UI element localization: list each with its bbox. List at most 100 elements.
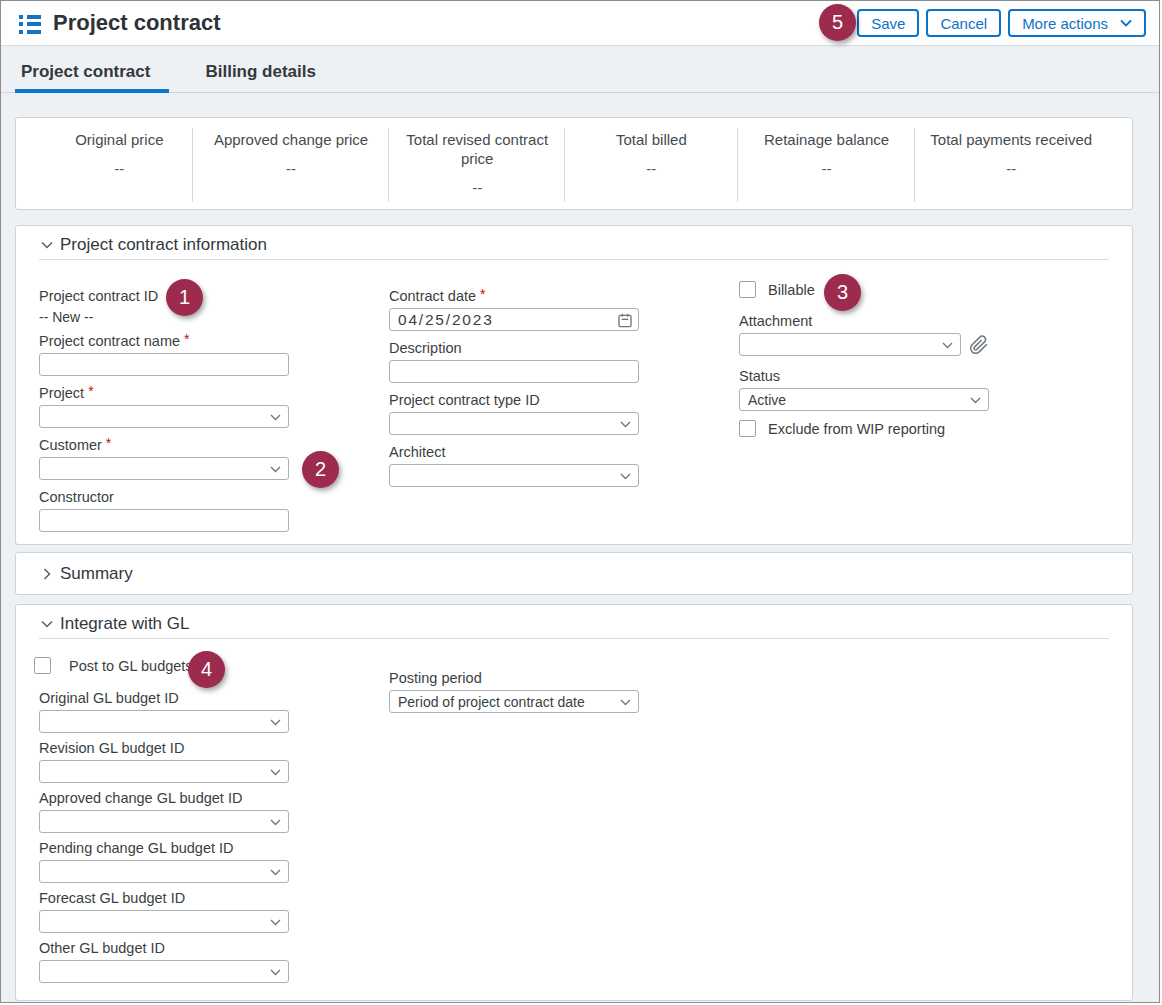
cancel-button[interactable]: Cancel bbox=[926, 9, 1001, 37]
constructor-label: Constructor bbox=[39, 489, 289, 506]
status-select[interactable]: Active bbox=[739, 388, 989, 411]
original-gl-budget-id-label: Original GL budget ID bbox=[39, 690, 289, 707]
total-approved-change-price: Approved change price -- bbox=[193, 118, 390, 209]
project-contract-page: 1 2 3 4 5 Project contract Save Cancel M… bbox=[0, 0, 1160, 1003]
chevron-down-icon bbox=[270, 466, 281, 473]
chevron-down-icon bbox=[270, 414, 281, 421]
exclude-wip-checkbox[interactable] bbox=[739, 420, 756, 437]
callout-badge-3: 3 bbox=[824, 274, 861, 311]
contract-date-input[interactable]: 04/25/2023 bbox=[389, 308, 639, 331]
total-value: -- bbox=[925, 160, 1097, 177]
chevron-right-icon bbox=[39, 568, 55, 580]
forecast-gl-budget-id-label: Forecast GL budget ID bbox=[39, 890, 289, 907]
total-label: Approved change price bbox=[203, 130, 380, 149]
field-project: Project* bbox=[39, 385, 289, 428]
paperclip-icon[interactable] bbox=[969, 335, 989, 355]
chevron-down-icon bbox=[942, 342, 953, 349]
billable-checkbox[interactable] bbox=[739, 281, 756, 298]
project-contract-type-id-label: Project contract type ID bbox=[389, 392, 639, 409]
chevron-down-icon bbox=[270, 819, 281, 826]
total-original-price: Original price -- bbox=[16, 118, 193, 209]
app-header: Project contract Save Cancel More action… bbox=[1, 1, 1159, 46]
field-revision-gl-budget-id: Revision GL budget ID bbox=[39, 740, 289, 783]
project-contract-type-id-select[interactable] bbox=[389, 412, 639, 435]
required-marker: * bbox=[480, 286, 485, 302]
tab-bar: Project contract Billing details bbox=[1, 46, 1159, 93]
required-marker: * bbox=[106, 435, 111, 451]
pending-change-gl-budget-id-label: Pending change GL budget ID bbox=[39, 840, 289, 857]
attachment-select[interactable] bbox=[739, 333, 961, 356]
description-input[interactable] bbox=[389, 360, 639, 383]
project-select[interactable] bbox=[39, 405, 289, 428]
approved-change-gl-budget-id-label: Approved change GL budget ID bbox=[39, 790, 289, 807]
forecast-gl-budget-id-select[interactable] bbox=[39, 910, 289, 933]
billable-label: Billable bbox=[768, 282, 815, 298]
total-label: Total revised contract price bbox=[399, 130, 555, 168]
contract-date-value: 04/25/2023 bbox=[398, 311, 494, 329]
constructor-input[interactable] bbox=[39, 509, 289, 532]
pending-change-gl-budget-id-select[interactable] bbox=[39, 860, 289, 883]
list-menu-icon[interactable] bbox=[19, 15, 41, 34]
section-title: Integrate with GL bbox=[60, 613, 189, 634]
field-status: Status Active bbox=[739, 368, 989, 411]
total-label: Retainage balance bbox=[748, 130, 906, 149]
total-value: -- bbox=[748, 160, 906, 177]
section-header-gl[interactable]: Integrate with GL bbox=[39, 605, 1109, 639]
chevron-down-icon bbox=[270, 769, 281, 776]
field-project-contract-type-id: Project contract type ID bbox=[389, 392, 639, 435]
field-exclude-wip: Exclude from WIP reporting bbox=[739, 420, 989, 437]
other-gl-budget-id-label: Other GL budget ID bbox=[39, 940, 289, 957]
contract-totals-bar: Original price -- Approved change price … bbox=[15, 117, 1133, 210]
tab-billing-details[interactable]: Billing details bbox=[199, 62, 335, 92]
calendar-icon[interactable] bbox=[617, 312, 633, 331]
posting-period-select[interactable]: Period of project contract date bbox=[389, 690, 639, 713]
chevron-down-icon bbox=[270, 719, 281, 726]
customer-select[interactable] bbox=[39, 457, 289, 480]
required-marker: * bbox=[184, 331, 189, 347]
field-project-contract-id: Project contract ID -- New -- bbox=[39, 288, 289, 326]
revision-gl-budget-id-label: Revision GL budget ID bbox=[39, 740, 289, 757]
page-title: Project contract bbox=[53, 10, 221, 36]
field-description: Description bbox=[389, 340, 639, 383]
attachment-label: Attachment bbox=[739, 313, 989, 330]
section-title: Summary bbox=[60, 563, 133, 584]
chevron-down-icon bbox=[39, 620, 55, 628]
field-other-gl-budget-id: Other GL budget ID bbox=[39, 940, 289, 983]
total-value: -- bbox=[203, 160, 380, 177]
project-label: Project* bbox=[39, 385, 289, 402]
callout-badge-4: 4 bbox=[188, 651, 225, 688]
chevron-down-icon bbox=[270, 869, 281, 876]
status-label: Status bbox=[739, 368, 989, 385]
chevron-down-icon bbox=[270, 969, 281, 976]
exclude-wip-label: Exclude from WIP reporting bbox=[768, 421, 945, 437]
posting-period-label: Posting period bbox=[389, 670, 639, 687]
total-label: Total payments received bbox=[925, 130, 1097, 149]
chevron-down-icon bbox=[270, 919, 281, 926]
total-retainage-balance: Retainage balance -- bbox=[738, 118, 916, 209]
post-to-gl-budgets-checkbox[interactable] bbox=[34, 657, 51, 674]
chevron-down-icon bbox=[620, 699, 631, 706]
other-gl-budget-id-select[interactable] bbox=[39, 960, 289, 983]
callout-badge-2: 2 bbox=[302, 451, 339, 488]
section-integrate-with-gl: Integrate with GL Post to GL budgets Ori… bbox=[15, 604, 1133, 1001]
project-contract-name-label: Project contract name* bbox=[39, 333, 289, 350]
project-contract-name-input[interactable] bbox=[39, 353, 289, 376]
field-posting-period: Posting period Period of project contrac… bbox=[389, 670, 639, 713]
section-header-pci[interactable]: Project contract information bbox=[39, 226, 1109, 260]
save-button[interactable]: Save bbox=[857, 9, 919, 37]
chevron-down-icon bbox=[620, 421, 631, 428]
original-gl-budget-id-select[interactable] bbox=[39, 710, 289, 733]
section-header-summary[interactable]: Summary bbox=[39, 553, 1109, 594]
more-actions-button[interactable]: More actions bbox=[1008, 9, 1146, 37]
revision-gl-budget-id-select[interactable] bbox=[39, 760, 289, 783]
callout-badge-5: 5 bbox=[819, 4, 856, 41]
field-billable: Billable bbox=[739, 281, 989, 298]
total-value: -- bbox=[575, 160, 728, 177]
chevron-down-icon bbox=[1120, 19, 1132, 27]
field-constructor: Constructor bbox=[39, 489, 289, 532]
approved-change-gl-budget-id-select[interactable] bbox=[39, 810, 289, 833]
field-approved-change-gl-budget-id: Approved change GL budget ID bbox=[39, 790, 289, 833]
tab-project-contract[interactable]: Project contract bbox=[15, 62, 169, 92]
total-label: Original price bbox=[56, 130, 183, 149]
architect-select[interactable] bbox=[389, 464, 639, 487]
